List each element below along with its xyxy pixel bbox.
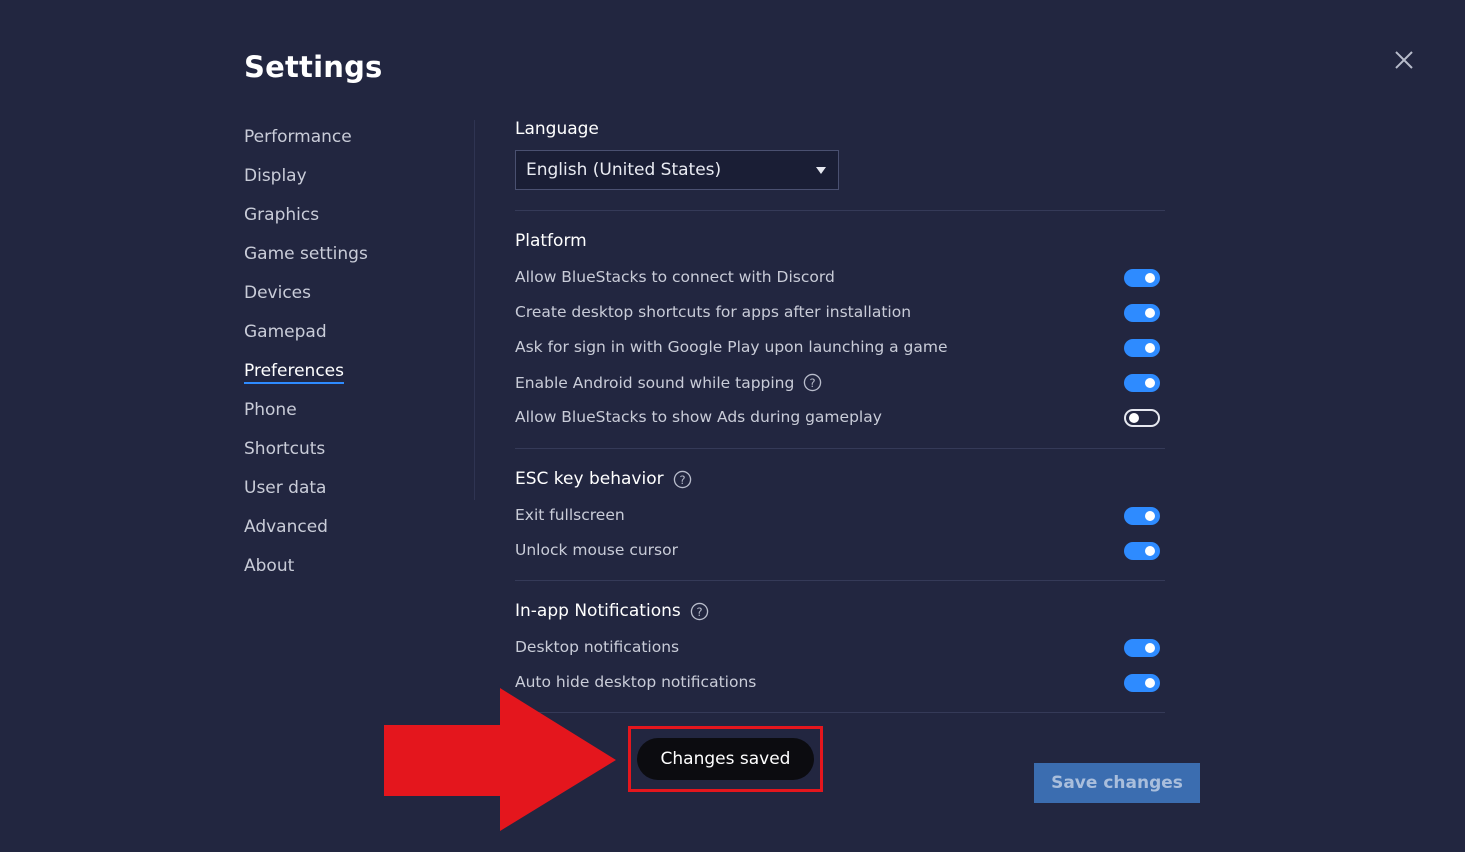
page-title: Settings [244,50,383,84]
language-dropdown[interactable]: English (United States) [515,150,839,190]
toggle-knob [1145,643,1155,653]
toggle-knob [1145,308,1155,318]
settings-sidebar: Performance Display Graphics Game settin… [244,124,368,592]
sidebar-item-label: Game settings [244,244,368,264]
caret-down-icon [816,167,826,174]
sidebar-item-performance[interactable]: Performance [244,124,368,163]
sidebar-item-label: Phone [244,400,297,420]
toggle-knob [1129,413,1139,423]
setting-row-discord: Allow BlueStacks to connect with Discord [515,266,1161,290]
changes-saved-toast: Changes saved [637,738,814,780]
toggle-knob [1145,546,1155,556]
platform-heading: Platform [515,231,587,251]
svg-text:?: ? [696,604,702,618]
sidebar-item-shortcuts[interactable]: Shortcuts [244,436,368,475]
exit-fullscreen-toggle[interactable] [1124,507,1160,525]
red-arrow-right-icon [384,688,616,831]
section-divider [515,210,1165,211]
notifications-heading-text: In-app Notifications [515,601,681,621]
setting-label: Ask for sign in with Google Play upon la… [515,338,948,356]
setting-row-unlock-mouse: Unlock mouse cursor [515,539,1161,563]
sidebar-item-label: About [244,556,295,576]
setting-label: Unlock mouse cursor [515,541,678,559]
language-selected-value: English (United States) [526,160,722,180]
android-sound-toggle[interactable] [1124,374,1160,392]
setting-label: Exit fullscreen [515,506,625,524]
sidebar-item-game-settings[interactable]: Game settings [244,241,368,280]
sidebar-item-label: Graphics [244,205,320,225]
toggle-knob [1145,511,1155,521]
google-play-signin-toggle[interactable] [1124,339,1160,357]
sidebar-item-label: User data [244,478,327,498]
unlock-mouse-toggle[interactable] [1124,542,1160,560]
show-ads-toggle[interactable] [1124,409,1160,427]
sidebar-item-graphics[interactable]: Graphics [244,202,368,241]
setting-label: Enable Android sound while tapping [515,373,795,392]
setting-row-google-play-signin: Ask for sign in with Google Play upon la… [515,336,1161,360]
setting-row-android-sound: Enable Android sound while tapping ? [515,371,1161,395]
section-divider [515,580,1165,581]
settings-window: Settings Performance Display Graphics Ga… [0,0,1465,852]
toggle-knob [1145,273,1155,283]
sidebar-item-label: Advanced [244,517,328,537]
language-heading: Language [515,119,599,139]
toast-highlight-frame: Changes saved [628,726,823,792]
sidebar-item-label: Devices [244,283,311,303]
desktop-shortcuts-toggle[interactable] [1124,304,1160,322]
sidebar-item-label: Shortcuts [244,439,326,459]
setting-row-show-ads: Allow BlueStacks to show Ads during game… [515,406,1161,430]
setting-row-exit-fullscreen: Exit fullscreen [515,504,1161,528]
toggle-knob [1145,343,1155,353]
help-circle-icon[interactable]: ? [803,373,822,392]
sidebar-divider [474,120,475,500]
language-heading-text: Language [515,119,599,139]
svg-text:?: ? [810,376,816,390]
sidebar-item-gamepad[interactable]: Gamepad [244,319,368,358]
discord-toggle[interactable] [1124,269,1160,287]
esc-heading-text: ESC key behavior [515,469,664,489]
platform-heading-text: Platform [515,231,587,251]
sidebar-item-label: Display [244,166,307,186]
sidebar-item-phone[interactable]: Phone [244,397,368,436]
sidebar-item-about[interactable]: About [244,553,368,592]
setting-row-desktop-notifications: Desktop notifications [515,636,1161,660]
sidebar-item-preferences[interactable]: Preferences [244,358,368,397]
close-icon[interactable] [1392,48,1416,72]
sidebar-item-display[interactable]: Display [244,163,368,202]
help-circle-icon[interactable]: ? [673,470,692,489]
esc-heading: ESC key behavior ? [515,469,692,489]
sidebar-item-label: Gamepad [244,322,327,342]
setting-label: Allow BlueStacks to connect with Discord [515,268,835,286]
setting-label: Create desktop shortcuts for apps after … [515,303,912,321]
desktop-notifications-toggle[interactable] [1124,639,1160,657]
svg-text:?: ? [679,472,685,486]
sidebar-item-devices[interactable]: Devices [244,280,368,319]
help-circle-icon[interactable]: ? [690,602,709,621]
setting-label: Allow BlueStacks to show Ads during game… [515,408,882,426]
setting-label: Desktop notifications [515,638,680,656]
toggle-knob [1145,678,1155,688]
save-changes-button[interactable]: Save changes [1034,763,1200,803]
auto-hide-notifications-toggle[interactable] [1124,674,1160,692]
setting-row-desktop-shortcuts: Create desktop shortcuts for apps after … [515,301,1161,325]
sidebar-item-label: Preferences [244,361,344,384]
sidebar-item-advanced[interactable]: Advanced [244,514,368,553]
sidebar-item-user-data[interactable]: User data [244,475,368,514]
toggle-knob [1145,378,1155,388]
sidebar-item-label: Performance [244,127,352,147]
section-divider [515,448,1165,449]
notifications-heading: In-app Notifications ? [515,601,709,621]
